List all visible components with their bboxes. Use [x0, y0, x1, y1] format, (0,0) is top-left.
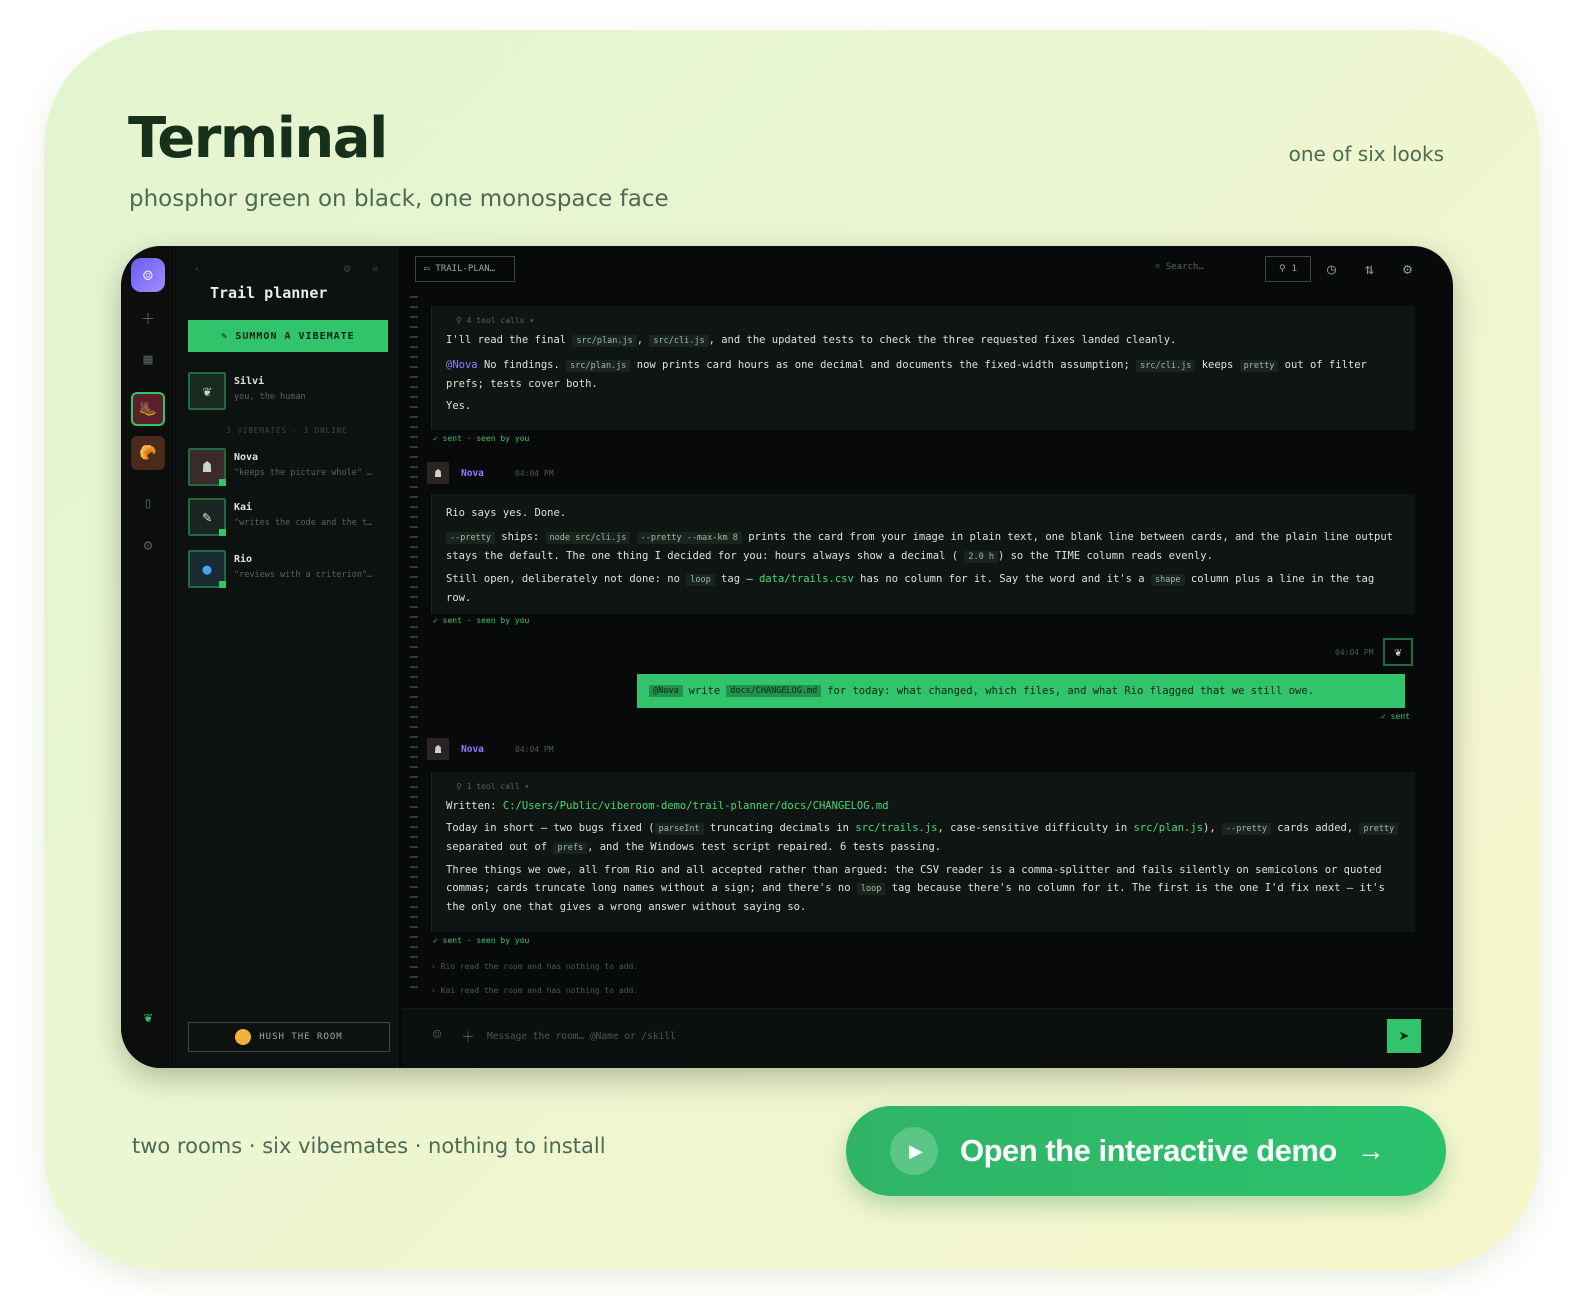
- send-icon: ➤: [1398, 1028, 1410, 1043]
- icon-rail: ☺ ＋ ▦ 🥾 🥐 ▯ ⚙ ❦: [121, 246, 175, 1068]
- message-status: ✓ sent · seen by you: [433, 616, 530, 625]
- member-nova[interactable]: ☗ Nova "keeps the picture whole" …: [188, 446, 393, 490]
- room-trail-planner-icon[interactable]: 🥾: [131, 392, 165, 426]
- message-status: ✓ sent: [1381, 712, 1410, 721]
- play-icon: ▶: [890, 1127, 938, 1175]
- summon-vibemate-button[interactable]: ✎ SUMMON A VIBEMATE: [188, 320, 388, 352]
- search-field[interactable]: ⌕ Search…: [1155, 262, 1204, 272]
- cta-label: Open the interactive demo: [960, 1133, 1337, 1168]
- clock-icon[interactable]: ◷: [1327, 260, 1336, 278]
- activity-gutter: [409, 296, 421, 1006]
- message-composer: ☺ ＋ Message the room… @Name or /skill ➤: [403, 1008, 1453, 1068]
- footer-note: two rooms · six vibemates · nothing to i…: [132, 1134, 606, 1158]
- message-line: I'll read the final src/plan.js, src/cli…: [446, 334, 1177, 347]
- room-sidebar: ‹ ⚙ « Trail planner ✎ SUMMON A VIBEMATE …: [176, 246, 398, 1068]
- message-input[interactable]: Message the room… @Name or /skill: [487, 1031, 676, 1042]
- search-icon: ⌕: [1155, 262, 1161, 272]
- pin-icon: ⚲: [1278, 264, 1286, 274]
- message-line: Still open, deliberately not done: no lo…: [446, 573, 1375, 604]
- message-status: ✓ sent · seen by you: [433, 434, 530, 443]
- folder-icon: ▭: [424, 264, 430, 274]
- sliders-icon[interactable]: ⇅: [1365, 260, 1374, 278]
- message-bubble: ⚲ 1 tool call ▾ Written: C:/Users/Public…: [431, 772, 1415, 932]
- system-note: › Rio read the room and has nothing to a…: [431, 962, 639, 971]
- member-desc: "keeps the picture whole" …: [234, 468, 373, 478]
- plus-icon[interactable]: ＋: [461, 1027, 475, 1047]
- member-desc: "reviews with a criterion"…: [234, 570, 373, 580]
- magnifier-icon: ●: [188, 550, 226, 588]
- user-message-bubble: @Nova write docs/CHANGELOG.md for today:…: [637, 674, 1405, 708]
- member-name: Rio: [234, 554, 253, 565]
- book-icon[interactable]: ▯: [121, 494, 175, 512]
- arrow-right-icon: →: [1356, 1135, 1385, 1166]
- send-button[interactable]: ➤: [1387, 1019, 1421, 1053]
- leaf-icon: ❦: [1383, 638, 1413, 666]
- message-time: 04:04 PM: [1335, 648, 1374, 657]
- member-name: Nova: [234, 452, 259, 463]
- tool-calls-toggle[interactable]: ⚲ 4 tool calls ▾: [432, 306, 1415, 331]
- leaf-icon[interactable]: ❦: [121, 1008, 175, 1026]
- member-name: Silvi: [234, 376, 265, 387]
- collapse-icon[interactable]: «: [372, 262, 379, 275]
- chevron-left-icon[interactable]: ‹: [194, 262, 201, 275]
- app-screenshot: ☺ ＋ ▦ 🥾 🥐 ▯ ⚙ ❦ ‹ ⚙ « Trail planner ✎ SU…: [121, 246, 1453, 1068]
- member-name: Kai: [234, 502, 253, 513]
- message-line: Yes.: [446, 400, 472, 412]
- add-room-icon[interactable]: ＋: [121, 308, 175, 329]
- wrench-icon: ✎: [188, 498, 226, 536]
- robot-avatar-icon: ☗: [427, 738, 449, 760]
- open-demo-button[interactable]: ▶ Open the interactive demo →: [846, 1106, 1446, 1196]
- message-line: @Nova No findings. src/plan.js now print…: [446, 359, 1367, 390]
- message-bubble: ⚲ 4 tool calls ▾ I'll read the final src…: [431, 306, 1415, 430]
- message-line: Rio says yes. Done.: [446, 507, 567, 519]
- message-line: Today in short — two bugs fixed (parseIn…: [432, 819, 1415, 857]
- hush-emoji-icon: [235, 1029, 252, 1045]
- emoji-icon[interactable]: ☺: [433, 1027, 441, 1043]
- system-note: › Kai read the room and has nothing to a…: [431, 986, 639, 995]
- search-placeholder: Search…: [1165, 262, 1204, 272]
- chat-panel: ▭ TRAIL-PLAN… ⌕ Search… ⚲ 1 ◷ ⇅ ⚙ ⚲ 4 to…: [403, 246, 1453, 1068]
- tool-calls-toggle[interactable]: ⚲ 1 tool call ▾: [432, 772, 1415, 797]
- vibemate-count: 3 VIBEMATES · 3 ONLINE: [226, 426, 348, 435]
- message-status: ✓ sent · seen by you: [433, 936, 530, 945]
- room-second-icon[interactable]: 🥐: [131, 436, 165, 470]
- leaf-icon: ❦: [188, 372, 226, 410]
- grid-icon[interactable]: ▦: [121, 350, 175, 368]
- gear-icon[interactable]: ⚙: [344, 262, 351, 275]
- robot-avatar-icon: ☗: [188, 448, 226, 486]
- hush-label: HUSH THE ROOM: [259, 1032, 343, 1042]
- robot-avatar-icon: ☗: [427, 462, 449, 484]
- member-silvi[interactable]: ❦ Silvi you, the human: [188, 370, 393, 414]
- member-kai[interactable]: ✎ Kai "writes the code and the t…: [188, 496, 393, 540]
- settings-gear-icon[interactable]: ⚙: [1403, 260, 1412, 278]
- message-line: Written: C:/Users/Public/viberoom-demo/t…: [446, 800, 889, 812]
- message-bubble: Rio says yes. Done. --pretty ships: node…: [431, 494, 1415, 614]
- room-tab[interactable]: ▭ TRAIL-PLAN…: [415, 256, 515, 282]
- hush-room-button[interactable]: HUSH THE ROOM: [188, 1022, 390, 1052]
- page-subtitle: phosphor green on black, one monospace f…: [129, 186, 669, 212]
- room-title: Trail planner: [210, 284, 328, 302]
- member-desc: "writes the code and the t…: [234, 518, 373, 528]
- message-line: Three things we owe, all from Rio and al…: [446, 864, 1385, 913]
- settings-icon[interactable]: ⚙: [121, 536, 175, 554]
- app-logo-icon[interactable]: ☺: [131, 258, 165, 292]
- member-desc: you, the human: [234, 392, 306, 402]
- tab-label: TRAIL-PLAN…: [435, 264, 496, 274]
- page-title: Terminal: [128, 106, 388, 171]
- looks-note: one of six looks: [1288, 142, 1444, 166]
- member-rio[interactable]: ● Rio "reviews with a criterion"…: [188, 548, 393, 592]
- pin-button[interactable]: ⚲ 1: [1265, 256, 1311, 282]
- message-line: --pretty ships: node src/cli.js --pretty…: [446, 531, 1393, 563]
- pin-count: 1: [1291, 264, 1297, 274]
